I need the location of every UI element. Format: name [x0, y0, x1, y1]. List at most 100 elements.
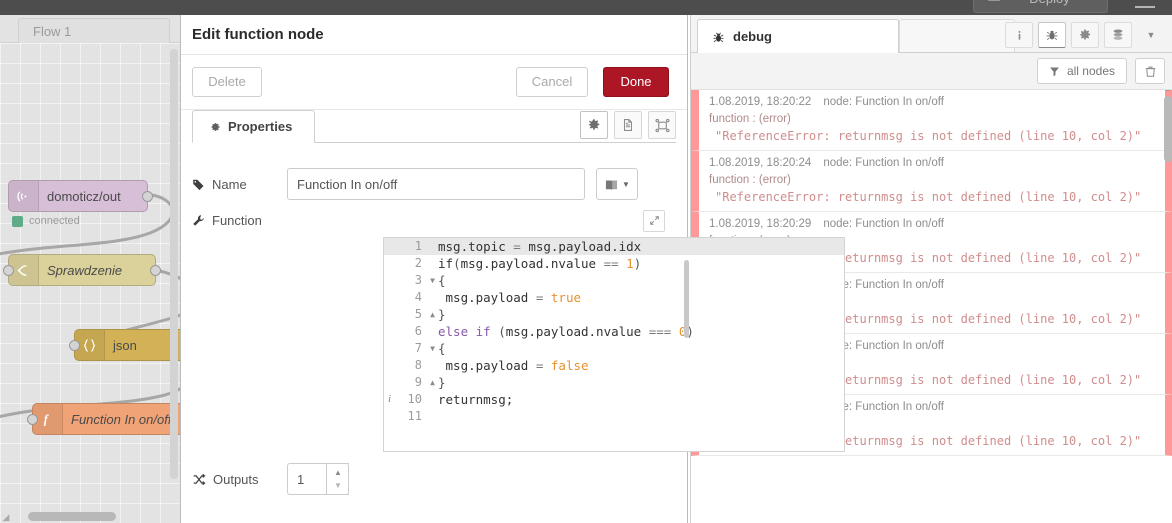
delete-button[interactable]: Delete — [192, 67, 262, 97]
code-fold-toggle-icon[interactable]: ▼ — [425, 272, 435, 289]
node-label: Sprawdzenie — [47, 262, 123, 278]
debug-message[interactable]: 1.08.2019, 18:20:24 node: Function In on/… — [691, 151, 1172, 212]
code-token: msg.payload — [438, 290, 536, 305]
info-icon-button[interactable] — [1005, 22, 1033, 48]
code-line-source: else if (msg.payload.nvalue === 0) — [428, 323, 844, 340]
node-input-port[interactable] — [69, 340, 80, 351]
debug-source-node[interactable]: node: Function In on/off — [823, 96, 944, 108]
code-line[interactable]: 10 i returnmsg; — [384, 391, 844, 408]
flow-canvas[interactable]: domoticz/out connected Sprawdzenie json … — [0, 43, 180, 523]
dialog-vertical-scrollbar[interactable] — [684, 260, 689, 338]
code-token: if — [438, 256, 454, 271]
code-fold-toggle-icon[interactable]: ▼ — [425, 340, 435, 357]
code-info-marker-icon[interactable]: i — [388, 391, 391, 408]
code-line-gutter: 7 ▼ — [384, 340, 435, 357]
dialog-tab-bar: Properties — [181, 110, 687, 144]
deploy-button[interactable]: Deploy — [973, 0, 1108, 13]
code-fold-toggle-icon[interactable]: ▲ — [425, 306, 435, 323]
code-line[interactable]: 11 — [384, 408, 844, 425]
code-line[interactable]: 3 ▼{ — [384, 272, 844, 289]
code-token: msg.topic — [438, 239, 514, 254]
code-token: else if — [438, 324, 491, 339]
debug-scroll-area[interactable]: ▲ — [1163, 90, 1172, 523]
code-line[interactable]: 2 if(msg.payload.nvalue == 1) — [384, 255, 844, 272]
code-line[interactable]: 1 msg.topic = msg.payload.idx — [384, 238, 844, 255]
wrench-icon — [192, 214, 205, 227]
debug-source-node[interactable]: node: Function In on/off — [823, 157, 944, 169]
chevron-down-icon: ▼ — [1146, 30, 1156, 40]
code-line-gutter: 8 — [384, 357, 428, 374]
outputs-stepper[interactable]: ▲ ▼ — [287, 463, 349, 495]
function-code-editor[interactable]: 1 msg.topic = msg.payload.idx 2 if(msg.payl… — [383, 237, 845, 452]
svg-text:f: f — [44, 412, 50, 426]
layers-icon-button[interactable] — [1104, 22, 1132, 48]
signal-wave-icon — [9, 181, 39, 211]
flow-node-domoticz-out[interactable]: domoticz/out — [8, 180, 153, 212]
code-line-gutter: 2 — [384, 255, 428, 272]
node-label: json — [113, 337, 137, 353]
name-field-row: Name ▼ — [192, 168, 676, 200]
outputs-field-row: Outputs ▲ ▼ — [192, 463, 676, 495]
flow-node-function-in-onoff[interactable]: f Function In on/off — [27, 403, 180, 435]
filter-nodes-button[interactable]: all nodes — [1036, 58, 1127, 84]
description-icon-button[interactable] — [614, 111, 642, 139]
clear-debug-button[interactable] — [1135, 58, 1165, 84]
code-line-gutter: 4 — [384, 289, 428, 306]
debug-topic: function : (error) — [709, 113, 791, 125]
tab-properties[interactable]: Properties — [192, 110, 316, 143]
debug-body: "ReferenceError: returnmsg is not define… — [715, 190, 1142, 204]
debug-message-meta: 1.08.2019, 18:20:24 node: Function In on/… — [709, 157, 1155, 169]
code-line[interactable]: 9 ▲} — [384, 374, 844, 391]
code-line[interactable]: 6 else if (msg.payload.nvalue === 0) — [384, 323, 844, 340]
spinner-down-icon[interactable]: ▼ — [334, 481, 342, 490]
debug-source-node[interactable]: node: Function In on/off — [823, 218, 944, 230]
chevron-down-icon: ▼ — [622, 179, 630, 189]
name-input[interactable] — [287, 168, 585, 200]
code-line-gutter: 1 — [384, 238, 428, 255]
debug-message-meta: 1.08.2019, 18:20:29 node: Function In on/… — [709, 218, 1155, 230]
debug-timestamp: 1.08.2019, 18:20:22 — [709, 96, 812, 108]
code-line[interactable]: 5 ▲} — [384, 306, 844, 323]
code-line-source: if(msg.payload.nvalue == 1) — [428, 255, 844, 272]
flow-node-sprawdzenie[interactable]: Sprawdzenie — [3, 254, 161, 286]
sidebar-tab-debug[interactable]: debug — [697, 19, 899, 53]
node-output-port[interactable] — [142, 191, 153, 202]
expand-editor-button[interactable] — [643, 209, 665, 232]
code-fold-toggle-icon[interactable]: ▲ — [425, 374, 435, 391]
code-token: false — [550, 358, 589, 373]
function-label-group: Function — [192, 213, 262, 228]
scroll-up-icon[interactable]: ▲ — [1163, 90, 1172, 93]
main-menu-button[interactable] — [1133, 0, 1159, 11]
settings-gear-icon-button[interactable] — [580, 111, 608, 139]
node-output-port[interactable] — [150, 265, 161, 276]
spinner-up-icon[interactable]: ▲ — [334, 468, 342, 477]
debug-vertical-scrollbar[interactable] — [1164, 96, 1172, 162]
config-gear-icon-button[interactable] — [1071, 22, 1099, 48]
tab-icon-group — [580, 111, 676, 139]
name-label-group: Name — [192, 177, 287, 192]
debug-icon-button[interactable] — [1038, 22, 1066, 48]
flow-node-json[interactable]: json — [69, 329, 180, 361]
code-line-gutter: 6 — [384, 323, 428, 340]
outputs-spinner[interactable]: ▲ ▼ — [326, 463, 349, 495]
canvas-vertical-scrollbar[interactable] — [170, 49, 178, 479]
code-line[interactable]: 4 msg.payload = true — [384, 289, 844, 306]
tag-icon — [192, 178, 205, 191]
name-dropdown-button[interactable]: ▼ — [596, 168, 638, 200]
gear-icon — [209, 111, 221, 143]
done-button[interactable]: Done — [603, 67, 669, 97]
cancel-button[interactable]: Cancel — [516, 67, 588, 97]
node-input-port[interactable] — [27, 414, 38, 425]
sidebar-more-button[interactable]: ▼ — [1137, 22, 1165, 48]
code-token: msg.payload.idx — [528, 239, 642, 254]
code-line[interactable]: 7 ▼{ — [384, 340, 844, 357]
canvas-horizontal-scrollbar[interactable] — [28, 512, 116, 521]
debug-message[interactable]: 1.08.2019, 18:20:22 node: Function In on/… — [691, 90, 1172, 151]
tab-strip: Properties — [192, 110, 676, 143]
canvas-corner-icon: ◢ — [2, 512, 10, 522]
node-input-port[interactable] — [3, 265, 14, 276]
funnel-icon — [1049, 64, 1060, 78]
code-line[interactable]: 8 msg.payload = false — [384, 357, 844, 374]
appearance-icon-button[interactable] — [648, 111, 676, 139]
flow-tab-flow1[interactable]: Flow 1 — [18, 18, 170, 43]
